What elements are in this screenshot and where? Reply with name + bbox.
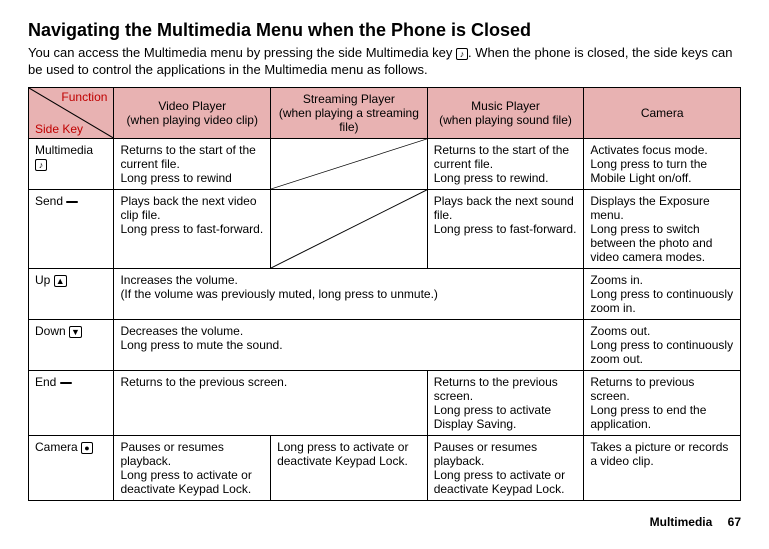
cell-down-key: Down ▼ [29, 319, 114, 370]
footer-section: Multimedia [650, 515, 713, 529]
function-table: Function Side Key Video Player(when play… [28, 87, 741, 501]
cell-multimedia-video: Returns to the start of the current file… [114, 138, 271, 189]
header-video-player: Video Player(when playing video clip) [114, 87, 271, 138]
cell-send-music: Plays back the next sound file.Long pres… [427, 189, 584, 268]
row-end: End Returns to the previous screen. Retu… [29, 370, 741, 435]
cell-camera-video: Pauses or resumes playback.Long press to… [114, 435, 271, 500]
cell-multimedia-stream-na [271, 138, 428, 189]
send-label: Send [35, 194, 66, 208]
cell-send-key: Send [29, 189, 114, 268]
cell-up-merged: Increases the volume.(If the volume was … [114, 268, 584, 319]
row-down: Down ▼ Decreases the volume.Long press t… [29, 319, 741, 370]
header-music-player: Music Player(when playing sound file) [427, 87, 584, 138]
cell-send-camera: Displays the Exposure menu.Long press to… [584, 189, 741, 268]
row-camera: Camera ● Pauses or resumes playback.Long… [29, 435, 741, 500]
cell-down-merged: Decreases the volume.Long press to mute … [114, 319, 584, 370]
down-row-icon: ▼ [69, 326, 82, 338]
footer-page-number: 67 [728, 515, 741, 529]
cell-camera-key: Camera ● [29, 435, 114, 500]
row-up: Up ▲ Increases the volume.(If the volume… [29, 268, 741, 319]
camera-row-icon: ● [81, 442, 93, 454]
multimedia-key-icon: ♪ [456, 48, 468, 60]
camera-label: Camera [35, 440, 81, 454]
cell-send-video: Plays back the next video clip file.Long… [114, 189, 271, 268]
end-row-icon [60, 382, 72, 384]
header-function-label: Function [61, 90, 107, 104]
down-label: Down [35, 324, 69, 338]
cell-multimedia-key: Multimedia ♪ [29, 138, 114, 189]
cell-end-music: Returns to the previous screen.Long pres… [427, 370, 584, 435]
intro-text-before: You can access the Multimedia menu by pr… [28, 45, 456, 60]
cell-camera-stream: Long press to activate or deactivate Key… [271, 435, 428, 500]
header-sidekey-label: Side Key [35, 122, 83, 136]
cell-up-key: Up ▲ [29, 268, 114, 319]
page-title: Navigating the Multimedia Menu when the … [28, 20, 741, 41]
cell-multimedia-camera: Activates focus mode.Long press to turn … [584, 138, 741, 189]
cell-end-merged: Returns to the previous screen. [114, 370, 427, 435]
header-streaming-player: Streaming Player(when playing a streamin… [271, 87, 428, 138]
cell-down-camera: Zooms out.Long press to continuously zoo… [584, 319, 741, 370]
cell-end-camera: Returns to previous screen.Long press to… [584, 370, 741, 435]
header-diagonal-cell: Function Side Key [29, 87, 114, 138]
row-multimedia: Multimedia ♪ Returns to the start of the… [29, 138, 741, 189]
header-camera: Camera [584, 87, 741, 138]
up-label: Up [35, 273, 54, 287]
cell-send-stream-na [271, 189, 428, 268]
multimedia-label: Multimedia [35, 143, 93, 157]
end-label: End [35, 375, 60, 389]
cell-up-camera: Zooms in.Long press to continuously zoom… [584, 268, 741, 319]
row-send: Send Plays back the next video clip file… [29, 189, 741, 268]
intro-paragraph: You can access the Multimedia menu by pr… [28, 45, 741, 79]
cell-camera-camera: Takes a picture or records a video clip. [584, 435, 741, 500]
send-row-icon [66, 201, 78, 203]
page-footer: Multimedia 67 [28, 515, 741, 529]
cell-end-key: End [29, 370, 114, 435]
cell-camera-music: Pauses or resumes playback.Long press to… [427, 435, 584, 500]
multimedia-row-icon: ♪ [35, 159, 47, 171]
cell-multimedia-music: Returns to the start of the current file… [427, 138, 584, 189]
up-row-icon: ▲ [54, 275, 67, 287]
